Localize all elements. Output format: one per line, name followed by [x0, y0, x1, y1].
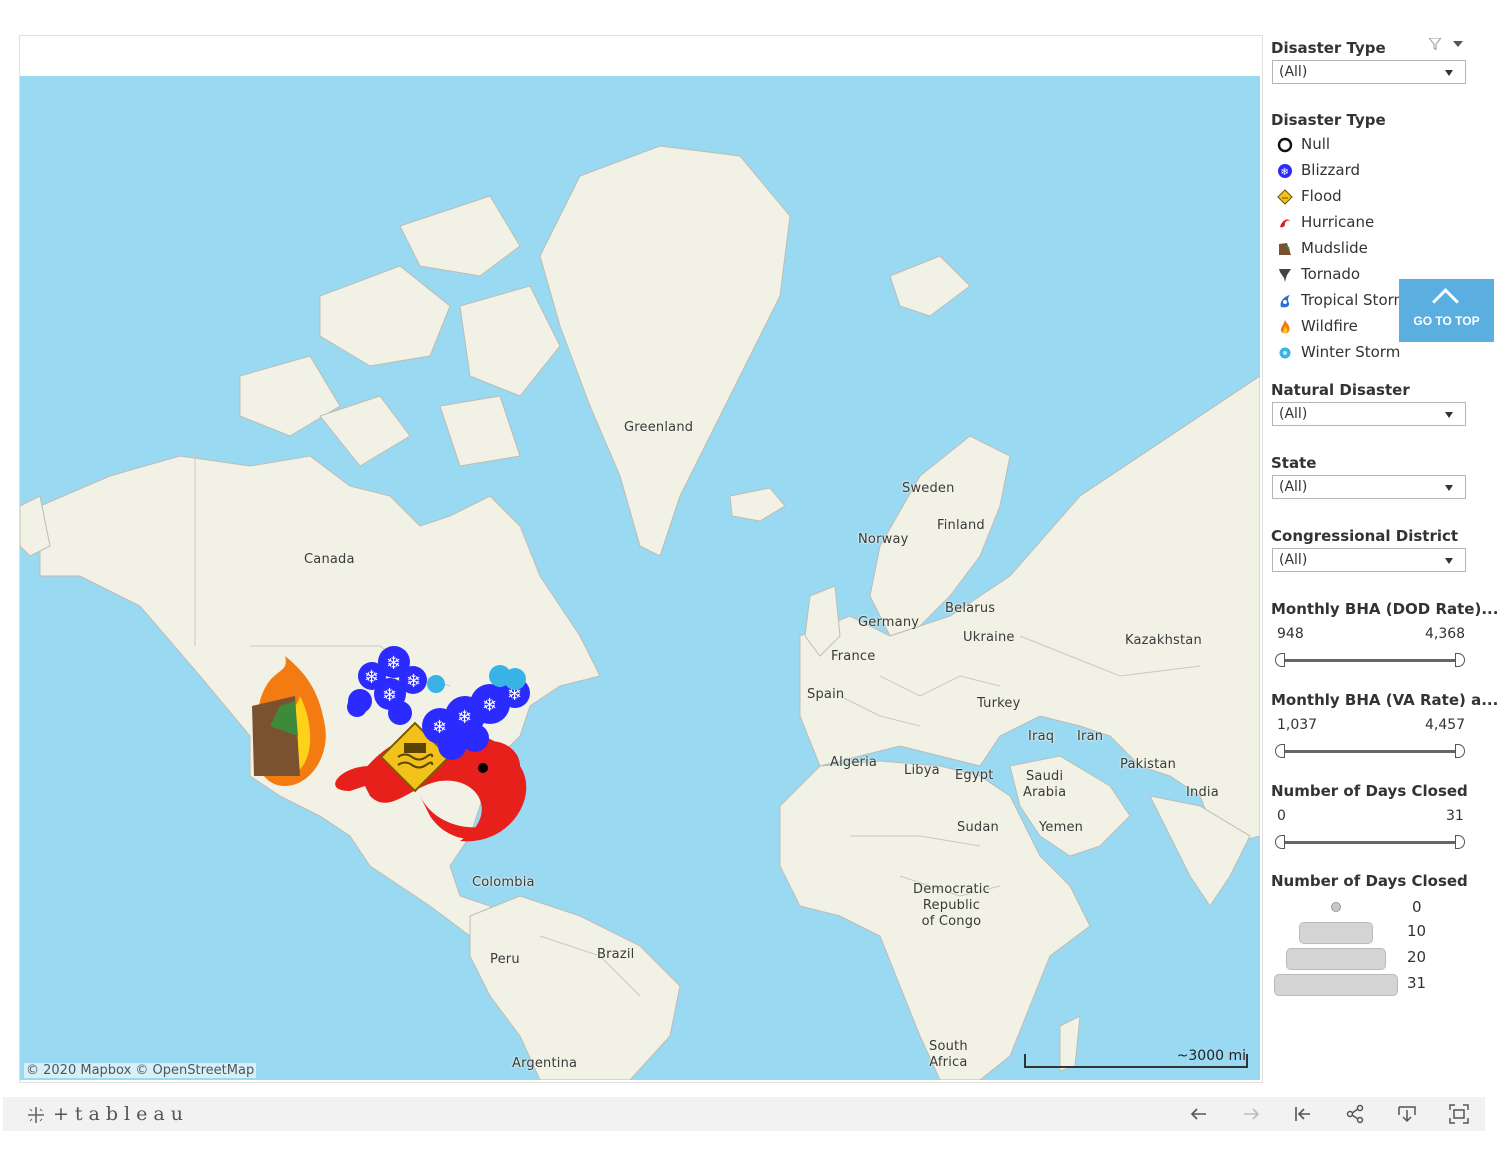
filter-natural-disaster-title: Natural Disaster: [1271, 381, 1410, 399]
filter-district-title: Congressional District: [1271, 527, 1459, 545]
district-dropdown[interactable]: (All): [1272, 548, 1466, 572]
slider-va-max: 4,457: [1425, 717, 1466, 733]
slider-va-handle-min[interactable]: [1275, 744, 1285, 758]
filter-disaster-type-title: Disaster Type: [1271, 39, 1386, 57]
natural-disaster-dropdown[interactable]: (All): [1272, 402, 1466, 426]
slider-dod-title: Monthly BHA (DOD Rate)...: [1271, 600, 1499, 618]
svg-text:❄: ❄: [432, 717, 447, 738]
slider-va-track[interactable]: [1283, 750, 1461, 753]
legend-label: Hurricane: [1301, 213, 1375, 231]
svg-text:❄: ❄: [386, 653, 401, 674]
size-swatch-31: [1274, 974, 1398, 996]
district-dropdown-value: (All): [1279, 552, 1308, 568]
download-icon[interactable]: [1396, 1103, 1418, 1125]
blizzard-icon: ❄: [1278, 164, 1292, 178]
tornado-icon: [1279, 269, 1291, 282]
size-legend-label: 31: [1407, 974, 1427, 992]
svg-text:❄: ❄: [482, 695, 497, 716]
legend-label: Mudslide: [1301, 239, 1368, 257]
winter-storm-icon: [1279, 347, 1291, 359]
legend-label: Tropical Storm: [1301, 291, 1409, 309]
mudslide-icon: [1279, 243, 1291, 255]
state-dropdown-value: (All): [1279, 479, 1308, 495]
legend-label: Wildfire: [1301, 317, 1358, 335]
svg-text:❄: ❄: [457, 707, 472, 728]
tropical-storm-icon: [1280, 295, 1290, 308]
natural-disaster-dropdown-value: (All): [1279, 406, 1308, 422]
svg-text:❄: ❄: [406, 671, 421, 692]
size-legend-label: 0: [1412, 898, 1422, 916]
state-dropdown[interactable]: (All): [1272, 475, 1466, 499]
chevron-up-icon: [1432, 288, 1459, 315]
chevron-down-icon: [1445, 485, 1453, 491]
chevron-down-icon: [1445, 70, 1453, 76]
svg-text:❄: ❄: [382, 685, 397, 706]
chevron-down-icon: [1445, 412, 1453, 418]
fullscreen-icon[interactable]: [1448, 1103, 1470, 1125]
size-legend-label: 20: [1407, 948, 1427, 966]
flood-icon: [1277, 189, 1293, 205]
filter-state-title: State: [1271, 454, 1317, 472]
slider-days-handle-min[interactable]: [1275, 835, 1285, 849]
size-swatch-0: [1331, 902, 1341, 912]
tableau-logo-icon: [28, 1107, 44, 1123]
svg-text:❄: ❄: [1281, 167, 1289, 178]
size-legend-title: Number of Days Closed: [1271, 872, 1468, 890]
size-legend-label: 10: [1407, 922, 1427, 940]
size-legend-item: 31: [1271, 972, 1471, 996]
mudslide-marker: [252, 696, 300, 776]
null-icon: [1277, 137, 1293, 153]
slider-days-title: Number of Days Closed: [1271, 782, 1468, 800]
disaster-markers[interactable]: ❄❄❄ ❄ ❄❄ ❄❄: [20, 76, 1260, 1080]
slider-dod-track[interactable]: [1283, 659, 1461, 662]
size-swatch-20: [1286, 948, 1386, 970]
slider-dod-handle-min[interactable]: [1275, 653, 1285, 667]
svg-text:❄: ❄: [364, 667, 379, 688]
slider-days-max: 31: [1446, 808, 1464, 824]
slider-days-handle-max[interactable]: [1455, 835, 1465, 849]
filter-icon[interactable]: [1429, 38, 1441, 50]
revert-icon[interactable]: [1292, 1103, 1314, 1125]
chevron-down-icon: [1445, 558, 1453, 564]
slider-va-title: Monthly BHA (VA Rate) a...: [1271, 691, 1499, 709]
map-view[interactable]: Greenland Canada Sweden Finland Norway B…: [20, 76, 1260, 1080]
legend-label: Winter Storm: [1301, 343, 1401, 361]
disaster-type-dropdown[interactable]: (All): [1272, 60, 1466, 84]
more-options-icon[interactable]: [1453, 41, 1463, 47]
size-legend-item: 0: [1271, 896, 1471, 920]
blizzard-marker: [347, 646, 530, 760]
winter-storm-marker: [427, 665, 526, 693]
tableau-toolbar: +tableau: [3, 1097, 1485, 1131]
scale-label: ~3000 mi: [1176, 1048, 1246, 1064]
slider-va-min: 1,037: [1277, 717, 1318, 733]
legend-label: Blizzard: [1301, 161, 1360, 179]
go-to-top-label: GO TO TOP: [1413, 314, 1480, 328]
map-attribution[interactable]: © 2020 Mapbox © OpenStreetMap: [24, 1063, 257, 1078]
legend-label: Flood: [1301, 187, 1342, 205]
slider-va-handle-max[interactable]: [1455, 744, 1465, 758]
slider-dod-max: 4,368: [1425, 626, 1466, 642]
size-legend-item: 20: [1271, 946, 1471, 970]
undo-icon[interactable]: [1188, 1103, 1210, 1125]
hurricane-icon: [1280, 219, 1290, 228]
slider-dod-min: 948: [1277, 626, 1304, 642]
share-icon[interactable]: [1344, 1103, 1366, 1125]
wildfire-icon: [1280, 320, 1290, 334]
size-swatch-10: [1299, 922, 1373, 944]
legend-title: Disaster Type: [1271, 111, 1386, 129]
tableau-wordmark: +tableau: [53, 1103, 189, 1125]
legend-label: Tornado: [1301, 265, 1361, 283]
go-to-top-button[interactable]: GO TO TOP: [1399, 279, 1494, 342]
legend-label: Null: [1301, 135, 1331, 153]
slider-days-min: 0: [1277, 808, 1286, 824]
slider-days-track[interactable]: [1283, 841, 1461, 844]
redo-icon[interactable]: [1240, 1103, 1262, 1125]
size-legend-item: 10: [1271, 920, 1471, 944]
slider-dod-handle-max[interactable]: [1455, 653, 1465, 667]
disaster-type-dropdown-value: (All): [1279, 64, 1308, 80]
